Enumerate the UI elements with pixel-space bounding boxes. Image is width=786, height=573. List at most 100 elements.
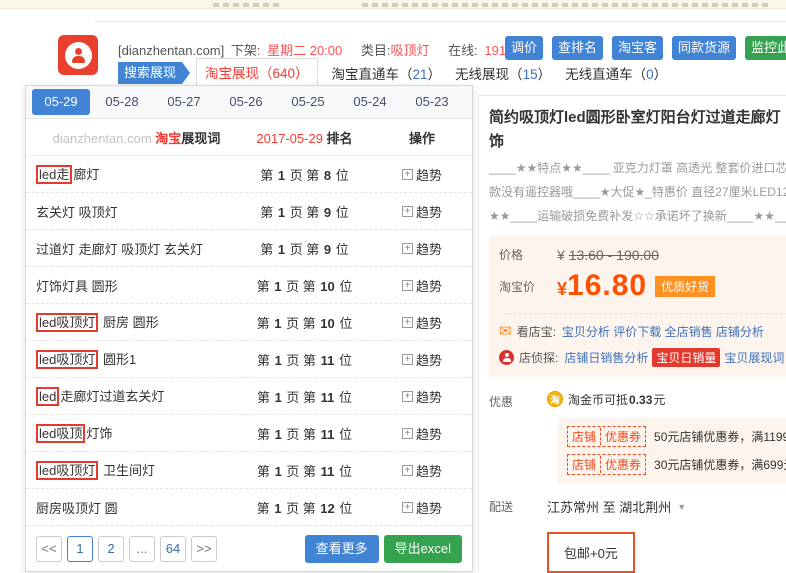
chevron-down-icon[interactable]: ▼ xyxy=(677,502,686,512)
trend-link[interactable]: +趋势 xyxy=(402,498,442,517)
trend-link[interactable]: +趋势 xyxy=(402,239,442,258)
table-row: 过道灯 走廊灯 吸顶灯 玄关灯 第 1 页 第 9 位 +趋势 xyxy=(26,230,472,267)
rank-cell: 第 1 页 第 12 位 xyxy=(237,498,372,517)
taobaoke-button[interactable]: 淘宝客 xyxy=(612,36,663,60)
trend-link[interactable]: +趋势 xyxy=(402,350,442,369)
view-more-button[interactable]: 查看更多 xyxy=(305,535,379,563)
free-shipping-option[interactable]: 包邮+0元 xyxy=(547,532,635,573)
product-subtitle-line1: ____★★特点★★____ 亚克力灯罩 高透光 整套价进口芯片 xyxy=(489,158,786,178)
page-1-button[interactable]: 1 xyxy=(67,536,93,562)
kandianbao-row: ✉ 看店宝: 宝贝分析 评价下载 全店销售 店铺分析 xyxy=(499,322,786,340)
table-row: 玄关灯 吸顶灯 第 1 页 第 9 位 +趋势 xyxy=(26,193,472,230)
date-tab-05-24[interactable]: 05-24 xyxy=(340,89,400,115)
coupon-row: 店铺优惠券 30元店铺优惠券，满699元可用 xyxy=(567,454,786,475)
offshelf-label: 下架: xyxy=(231,43,261,58)
highlight-box: led xyxy=(36,387,59,406)
promo-row: 优惠 淘 淘金币可抵0.33元 xyxy=(489,391,786,410)
trend-link[interactable]: +趋势 xyxy=(402,165,442,184)
next-page-button[interactable]: >> xyxy=(191,536,217,562)
plus-icon: + xyxy=(402,428,413,439)
keyword-cell: 过道灯 走廊灯 吸顶灯 玄关灯 xyxy=(26,239,237,258)
taobao-price: ¥16.80 xyxy=(557,269,647,303)
highlight-box: led吸顶灯 xyxy=(36,313,98,332)
keyword-cell: led走廊灯 xyxy=(26,164,237,184)
table-row: led吸顶灯 厨房 圆形 第 1 页 第 10 位 +趋势 xyxy=(26,304,472,341)
item-keyword-link[interactable]: 宝贝展现词 xyxy=(724,349,784,366)
trend-link[interactable]: +趋势 xyxy=(402,424,442,443)
plus-icon: + xyxy=(402,280,413,291)
rank-cell: 第 1 页 第 9 位 xyxy=(237,202,372,221)
date-tab-05-23[interactable]: 05-23 xyxy=(402,89,462,115)
shipping-label: 配送 xyxy=(489,498,547,515)
highlight-box: led吸顶灯 xyxy=(36,350,98,369)
page-2-button[interactable]: 2 xyxy=(98,536,124,562)
keyword-column-header: dianzhentan.com 淘宝展现词 xyxy=(26,128,237,147)
taobao-coin-icon: 淘 xyxy=(547,391,563,407)
prev-page-button[interactable]: << xyxy=(36,536,62,562)
rank-cell: 第 1 页 第 11 位 xyxy=(237,424,372,443)
plus-icon: + xyxy=(402,243,413,254)
keyword-cell: led吸顶灯 厨房 圆形 xyxy=(26,312,237,332)
display-tabs: 淘宝展现（640） 淘宝直通车（21） 无线展现（15） 无线直通车（0） xyxy=(196,60,667,85)
table-row: led吸顶灯 卫生间灯 第 1 页 第 11 位 +趋势 xyxy=(26,452,472,489)
check-rank-button[interactable]: 查排名 xyxy=(552,36,603,60)
detective-icon xyxy=(65,42,92,69)
date-tab-05-25[interactable]: 05-25 xyxy=(278,89,338,115)
promo-label: 优惠 xyxy=(489,391,547,410)
item-daily-sales-badge[interactable]: 宝贝日销量 xyxy=(652,348,720,367)
quality-badge: 优质好货 xyxy=(655,276,715,297)
product-subtitle-line2: 款没有遥控器哦____★大促★_特惠价 直径27厘米LED12瓦 xyxy=(489,182,786,202)
plus-icon: + xyxy=(402,169,413,180)
pagination: << 1 2 ... 64 >> 查看更多 导出excel xyxy=(26,526,472,563)
offshelf-time: 星期二 20:00 xyxy=(267,43,342,58)
rank-cell: 第 1 页 第 10 位 xyxy=(237,313,372,332)
table-row: led吸顶灯 圆形1 第 1 页 第 11 位 +趋势 xyxy=(26,341,472,378)
plus-icon: + xyxy=(402,206,413,217)
export-excel-button[interactable]: 导出excel xyxy=(384,535,462,563)
coupon-text: 50元店铺优惠券，满1199元可用 xyxy=(654,428,786,445)
dianzhentan-logo xyxy=(58,35,98,75)
tab-wireless-display[interactable]: 无线展现（15） xyxy=(455,63,551,83)
same-goods-button[interactable]: 同款货源 xyxy=(672,36,736,60)
date-tab-05-27[interactable]: 05-27 xyxy=(154,89,214,115)
product-title: 简约吸顶灯led圆形卧室灯阳台灯过道走廊灯饰 xyxy=(489,106,786,154)
rank-cell: 第 1 页 第 11 位 xyxy=(237,350,372,369)
rank-cell: 第 1 页 第 11 位 xyxy=(237,461,372,480)
shop-coupon-badge: 店铺优惠券 xyxy=(567,454,646,475)
page-64-button[interactable]: 64 xyxy=(160,536,186,562)
shipping-route[interactable]: 江苏常州 至 湖北荆州 xyxy=(547,497,671,516)
trend-link[interactable]: +趋势 xyxy=(402,461,442,480)
kandianbao-links[interactable]: 宝贝分析 评价下载 全店销售 店铺分析 xyxy=(562,323,764,340)
trend-link[interactable]: +趋势 xyxy=(402,313,442,332)
product-subtitle-line3: ★★____运输破损免费补发☆☆承诺坏了换新____★★____ xyxy=(489,206,786,226)
tab-wireless-ztc[interactable]: 无线直通车（0） xyxy=(565,63,667,83)
date-tab-05-26[interactable]: 05-26 xyxy=(216,89,276,115)
online-label: 在线: xyxy=(448,43,478,58)
divider xyxy=(95,21,786,22)
top-strip-text-fragment xyxy=(362,3,772,7)
trend-link[interactable]: +趋势 xyxy=(402,387,442,406)
tab-search-display[interactable]: 搜索展现 xyxy=(118,62,182,84)
shop-daily-sales-link[interactable]: 店铺日销售分析 xyxy=(564,349,648,366)
divider xyxy=(499,313,786,314)
table-row: led走廊灯过道玄关灯 第 1 页 第 11 位 +趋势 xyxy=(26,378,472,415)
envelope-icon: ✉ xyxy=(499,322,512,340)
page-ellipsis[interactable]: ... xyxy=(129,536,155,562)
adjust-price-button[interactable]: 调价 xyxy=(505,36,543,60)
trend-link[interactable]: +趋势 xyxy=(402,276,442,295)
site-label: [dianzhentan.com] xyxy=(118,43,224,58)
plus-icon: + xyxy=(402,502,413,513)
date-tab-05-28[interactable]: 05-28 xyxy=(92,89,152,115)
tab-taobao-display[interactable]: 淘宝展现（640） xyxy=(196,58,318,87)
tab-taobao-ztc[interactable]: 淘宝直通车（21） xyxy=(332,63,442,83)
action-column-header: 操作 xyxy=(372,128,472,147)
highlight-box: led吸顶 xyxy=(36,424,85,443)
taobao-price-label: 淘宝价 xyxy=(499,278,557,295)
plus-icon: + xyxy=(402,391,413,402)
date-tab-05-29[interactable]: 05-29 xyxy=(32,89,90,115)
monitor-shop-button[interactable]: 监控此店铺 xyxy=(745,36,786,60)
trend-link[interactable]: +趋势 xyxy=(402,202,442,221)
original-price: ¥ 13.60 - 190.00 xyxy=(557,247,659,263)
table-header: dianzhentan.com 淘宝展现词 2017-05-29 排名 操作 xyxy=(26,119,472,156)
rank-cell: 第 1 页 第 11 位 xyxy=(237,387,372,406)
